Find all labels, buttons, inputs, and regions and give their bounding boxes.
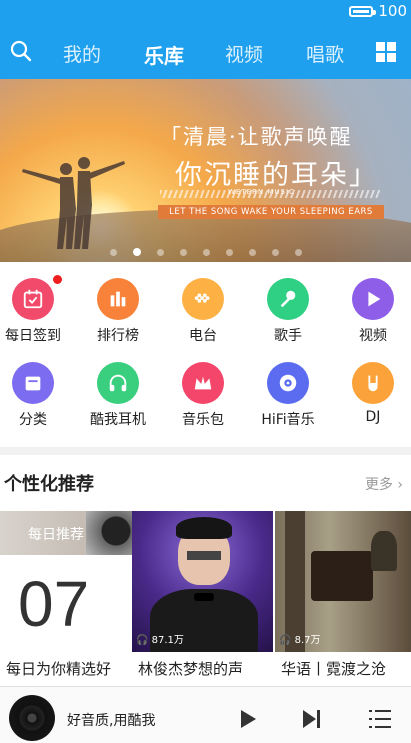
more-link[interactable]: 更多 › [365, 474, 403, 494]
category-item[interactable]: 每日签到 [0, 275, 74, 345]
headphones-icon [97, 362, 139, 404]
category-label: DJ [365, 409, 381, 425]
battery-icon [349, 6, 376, 17]
section-divider [0, 447, 411, 455]
bowtie [194, 593, 214, 601]
banner-headline-1: 「清晨·让歌声唤醒 [160, 125, 353, 149]
category-item[interactable]: 视频 [332, 278, 411, 345]
playlist-cover: 🎧 8.7万 [275, 511, 411, 652]
carousel-dot[interactable] [202, 249, 210, 256]
recommend-cards: 每日推荐 07 每日为你精选好 🎧 87.1万 林俊杰梦想的声 🎧 8.7万 华… [0, 511, 411, 686]
category-label: 每日签到 [5, 328, 61, 344]
category-item[interactable]: HiFi音乐 [247, 362, 329, 429]
category-label: 酷我耳机 [90, 412, 146, 428]
category-label: 音乐包 [182, 412, 224, 428]
play-count-value: 8.7万 [294, 635, 321, 646]
cover-sign [311, 551, 373, 601]
card-daily[interactable]: 每日推荐 07 每日为你精选好 [0, 511, 132, 686]
daily-date: 07 [18, 568, 90, 640]
banner-tagline: LET THE SONG WAKE YOUR SLEEPING EARS [158, 205, 384, 219]
card-playlist-jj[interactable]: 🎧 87.1万 林俊杰梦想的声 [132, 511, 273, 686]
category-label: 歌手 [274, 328, 302, 344]
crown-icon [182, 362, 224, 404]
censor-bar [187, 551, 221, 560]
category-label: 排行榜 [97, 328, 139, 344]
carousel-dot[interactable] [132, 248, 141, 256]
headphone-small-icon: 🎧 [136, 635, 149, 646]
category-item[interactable]: 排行榜 [77, 278, 159, 345]
chevron-right-icon: › [397, 477, 403, 493]
banner-people-silhouette [22, 157, 125, 249]
category-label: 电台 [189, 328, 217, 344]
carousel-dot[interactable] [225, 249, 233, 256]
tab-sing[interactable]: 唱歌 [306, 40, 344, 67]
calendar-check-icon [12, 275, 62, 320]
card-caption: 华语丨霓渡之沧 [281, 660, 387, 678]
category-label: 分类 [19, 412, 47, 428]
category-label: 视频 [359, 328, 387, 344]
category-item[interactable]: 酷我耳机 [77, 362, 159, 429]
player-title: 好音质,用酷我 [67, 713, 156, 729]
grid-menu-icon[interactable] [376, 42, 396, 62]
category-item[interactable]: 电台 [162, 278, 244, 345]
category-label: HiFi音乐 [261, 412, 315, 428]
next-icon[interactable] [303, 710, 321, 728]
microphone-icon [267, 278, 309, 320]
carousel-indicator [0, 241, 411, 256]
daily-badge: 每日推荐 [28, 527, 84, 543]
banner-small-text: WETERN MUSIC [228, 188, 295, 196]
category-grid: 每日签到 排行榜 电台 歌手 视频分类 酷我耳机 音乐包 HiFi音乐 DJ [0, 262, 411, 447]
card-caption: 林俊杰梦想的声 [138, 660, 244, 678]
rock-hand-icon [352, 362, 394, 404]
mini-player[interactable]: 好音质,用酷我 [0, 686, 411, 743]
play-icon [352, 278, 394, 320]
carousel-dot[interactable] [156, 249, 164, 256]
card-caption: 每日为你精选好 [6, 660, 112, 678]
playlist-menu-icon[interactable] [369, 709, 391, 729]
category-item[interactable]: DJ [332, 362, 411, 425]
album-disc-icon[interactable] [9, 695, 55, 741]
daily-cover: 每日推荐 07 [0, 511, 132, 652]
section-title: 个性化推荐 [4, 474, 94, 495]
carousel-dot[interactable] [109, 249, 117, 256]
headphone-small-icon: 🎧 [279, 635, 292, 646]
search-icon[interactable] [10, 40, 32, 62]
notification-dot [53, 275, 62, 284]
playlist-cover: 🎧 87.1万 [132, 511, 273, 652]
bar-chart-icon [97, 278, 139, 320]
carousel-dot[interactable] [248, 249, 256, 256]
banner-carousel[interactable]: 「清晨·让歌声唤醒 你沉睡的耳朵」 WETERN MUSIC LET THE S… [0, 79, 411, 262]
tab-mine[interactable]: 我的 [63, 40, 101, 67]
card-playlist-chinese[interactable]: 🎧 8.7万 华语丨霓渡之沧 [275, 511, 411, 686]
play-icon[interactable] [240, 710, 256, 728]
category-item[interactable]: 分类 [0, 362, 74, 429]
more-label: 更多 [364, 477, 393, 493]
vinyl-image [86, 511, 132, 555]
play-count: 🎧 8.7万 [279, 631, 321, 646]
tab-library[interactable]: 乐库 [144, 40, 184, 69]
category-item[interactable]: 歌手 [247, 278, 329, 345]
portrait-hair [176, 517, 232, 539]
play-count: 🎧 87.1万 [136, 631, 184, 646]
carousel-dot[interactable] [294, 249, 302, 256]
status-bar: 100 [0, 0, 411, 26]
banner-headline-2: 你沉睡的耳朵」 [175, 160, 378, 191]
radio-icon [182, 278, 224, 320]
carousel-dot[interactable] [271, 249, 279, 256]
tab-video[interactable]: 视频 [225, 40, 263, 67]
play-count-value: 87.1万 [151, 635, 184, 646]
category-item[interactable]: 音乐包 [162, 362, 244, 429]
category-box-icon [12, 362, 54, 404]
carousel-dot[interactable] [179, 249, 187, 256]
top-nav: 我的 乐库 视频 唱歌 [0, 26, 411, 79]
cover-lamp [371, 531, 397, 571]
hifi-disc-icon [267, 362, 309, 404]
battery-level: 100 [378, 2, 407, 20]
